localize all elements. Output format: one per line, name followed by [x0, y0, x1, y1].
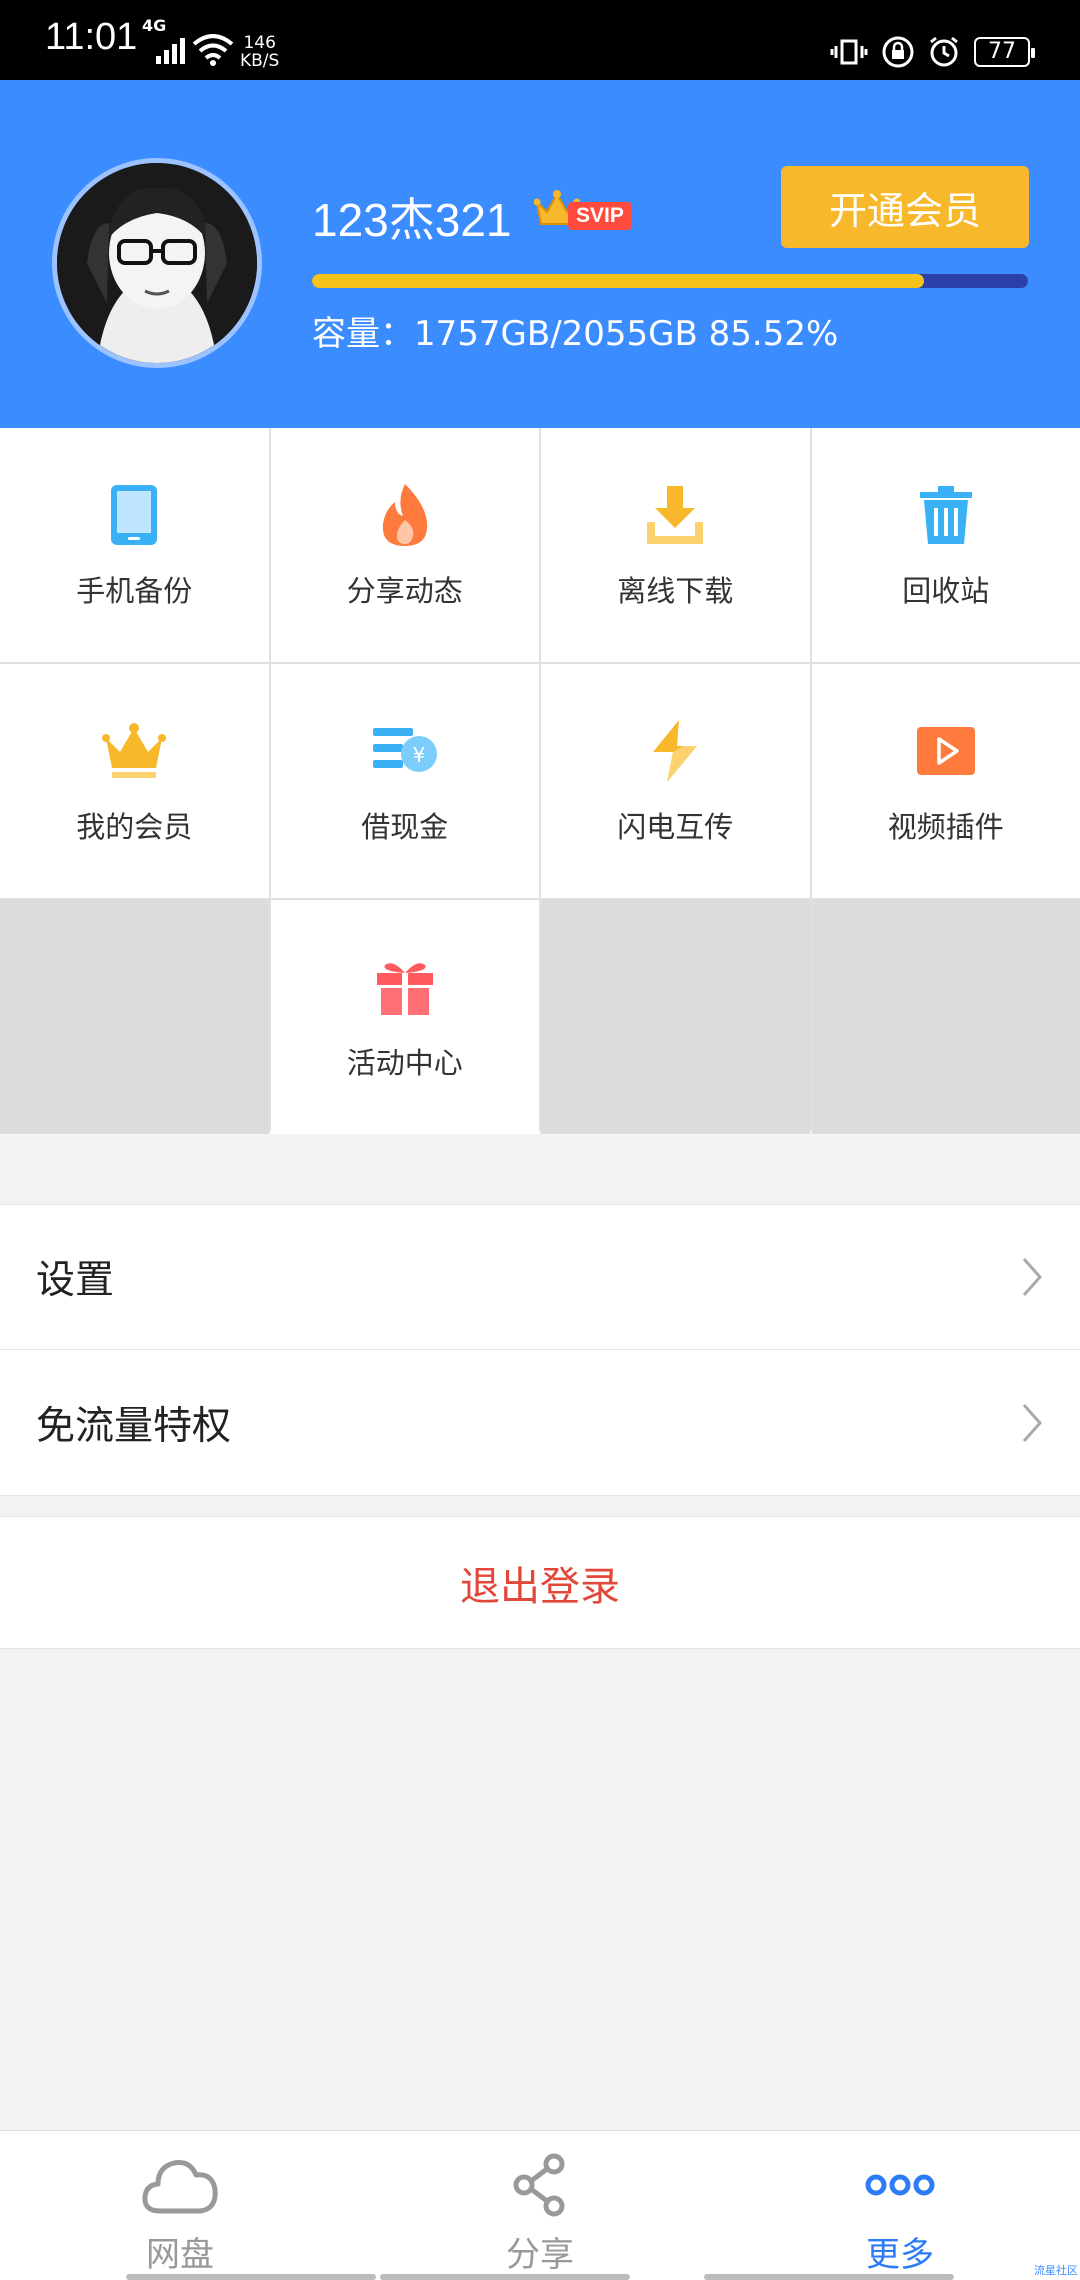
grid-item-my-membership[interactable]: 我的会员 [0, 664, 269, 898]
chevron-right-icon [1022, 1258, 1043, 1296]
download-icon [640, 480, 710, 550]
avatar-image [57, 163, 257, 363]
status-bar: 11:01 4G 146 KB/S 77 [0, 0, 1080, 80]
grid-item-share-feed[interactable]: 分享动态 [270, 428, 539, 662]
system-nav-indicator [704, 2274, 954, 2280]
svip-badge: SVIP [534, 190, 632, 230]
flame-icon [370, 480, 440, 550]
crown-icon [99, 716, 169, 786]
grid-item-label: 视频插件 [887, 810, 1004, 844]
phone-icon [99, 480, 169, 550]
vibrate-icon [830, 39, 868, 65]
grid-empty-cell [0, 900, 269, 1134]
grid-empty-cell [541, 900, 810, 1134]
grid-item-label: 手机备份 [76, 574, 193, 608]
avatar[interactable] [52, 158, 262, 368]
signal-icon [156, 38, 185, 64]
lock-rotation-icon [882, 36, 914, 68]
bottom-nav: 网盘 分享 更多 流星社区 [0, 2130, 1080, 2280]
open-vip-button[interactable]: 开通会员 [781, 166, 1029, 248]
storage-capacity-text: 容量：1757GB/2055GB 85.52% [312, 314, 839, 354]
grid-item-offline-download[interactable]: 离线下载 [541, 428, 810, 662]
lightning-icon [640, 716, 710, 786]
battery-indicator: 77 [974, 37, 1035, 67]
logout-button[interactable]: 退出登录 [0, 1516, 1080, 1649]
wifi-icon [192, 34, 234, 66]
tab-share[interactable]: 分享 [360, 2131, 720, 2280]
tab-label: 更多 [866, 2235, 934, 2275]
status-time: 11:01 [45, 16, 138, 58]
grid-item-label: 回收站 [902, 574, 990, 608]
grid-item-video-plugin[interactable]: 视频插件 [811, 664, 1080, 898]
grid-item-label: 借现金 [361, 810, 449, 844]
settings-list: 设置 免流量特权 [0, 1204, 1080, 1496]
alarm-icon [930, 36, 958, 67]
username: 123杰321 [312, 194, 512, 246]
trash-icon [911, 480, 981, 550]
feature-grid: 手机备份 分享动态 离线下载 回收站 我的会员 ¥ 借现金 闪电互传 视频插件 … [0, 428, 1080, 1134]
watermark: 流星社区 [1034, 2264, 1078, 2277]
storage-progress-fill [312, 274, 925, 288]
menu-item-label: 设置 [36, 1258, 115, 1303]
cloud-icon [140, 2145, 220, 2225]
svip-label: SVIP [568, 202, 632, 230]
tab-label: 网盘 [146, 2235, 214, 2275]
tab-netdisk[interactable]: 网盘 [0, 2131, 360, 2280]
gift-icon [370, 952, 440, 1022]
storage-progress-bar [312, 274, 1028, 288]
menu-item-data-free[interactable]: 免流量特权 [0, 1350, 1080, 1496]
grid-empty-cell [811, 900, 1080, 1134]
cash-icon: ¥ [370, 716, 440, 786]
tab-more[interactable]: 更多 [720, 2131, 1080, 2280]
grid-item-recycle-bin[interactable]: 回收站 [811, 428, 1080, 662]
menu-item-label: 免流量特权 [36, 1403, 232, 1449]
share-icon [500, 2145, 580, 2225]
grid-item-flash-transfer[interactable]: 闪电互传 [541, 664, 810, 898]
menu-item-settings[interactable]: 设置 [0, 1204, 1080, 1350]
system-nav-indicator [380, 2274, 630, 2280]
chevron-right-icon [1022, 1403, 1043, 1442]
grid-item-borrow-cash[interactable]: ¥ 借现金 [270, 664, 539, 898]
network-speed: 146 KB/S [240, 33, 280, 71]
grid-item-label: 离线下载 [617, 574, 734, 608]
system-nav-indicator [126, 2274, 376, 2280]
grid-item-activity-center[interactable]: 活动中心 [270, 900, 539, 1134]
more-icon [860, 2145, 940, 2225]
network-type: 4G [142, 16, 167, 35]
grid-item-label: 我的会员 [76, 810, 193, 844]
svg-text:¥: ¥ [412, 743, 425, 767]
profile-header: 123杰321 SVIP 开通会员 容量：1757GB/2055GB 85.52… [0, 80, 1080, 428]
grid-item-label: 分享动态 [346, 574, 463, 608]
grid-item-label: 活动中心 [346, 1046, 463, 1080]
video-icon [911, 716, 981, 786]
grid-item-phone-backup[interactable]: 手机备份 [0, 428, 269, 662]
grid-item-label: 闪电互传 [617, 810, 734, 844]
tab-label: 分享 [506, 2235, 574, 2275]
